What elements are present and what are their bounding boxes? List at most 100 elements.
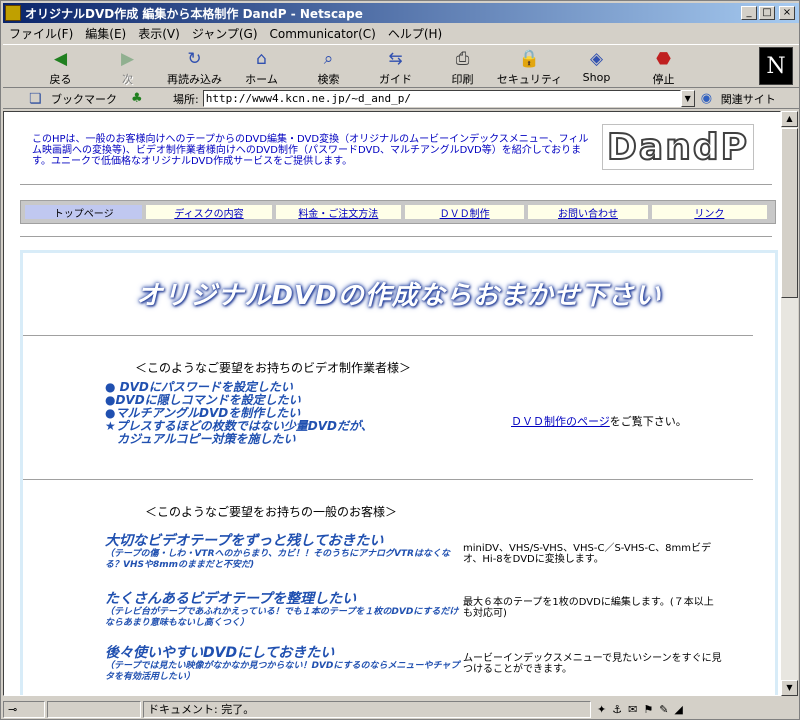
back-arrow-icon: ◀ bbox=[53, 49, 68, 69]
progress-cell bbox=[47, 700, 141, 718]
nav-item-0[interactable]: トップページ bbox=[25, 205, 143, 220]
vertical-scrollbar[interactable]: ▲ ▼ bbox=[781, 111, 798, 696]
title-bar: オリジナルDVD作成 編集から本格制作 DandP - Netscape _ □… bbox=[3, 3, 799, 23]
nav-item-1[interactable]: ディスクの内容 bbox=[146, 205, 272, 220]
resize-grip-icon[interactable]: ◢ bbox=[674, 703, 682, 716]
menu-go[interactable]: ジャンプ(G) bbox=[192, 25, 258, 42]
location-label: 場所: bbox=[173, 92, 199, 106]
forward-button[interactable]: ▶ 次 bbox=[94, 45, 161, 87]
search-label: 検索 bbox=[317, 73, 340, 86]
consumer-section-title: ＜このようなご要望をお持ちの一般のお客様＞ bbox=[145, 505, 398, 519]
nav-item-5[interactable]: リンク bbox=[651, 205, 768, 220]
pro-bullets: ● DVDにパスワードを設定したい ●DVDに隠しコマンドを設定したい ●マルチ… bbox=[105, 381, 405, 446]
dandp-logo: DandP bbox=[602, 124, 754, 170]
dvd-production-link[interactable]: ＤＶＤ制作のページ bbox=[511, 415, 610, 428]
dvd-production-note-suffix: をご覧下さい。 bbox=[609, 415, 687, 428]
stop-label: 停止 bbox=[652, 73, 675, 86]
wish-answer: ムービーインデックスメニューで見たいシーンをすぐに見つけることができます。 bbox=[463, 653, 722, 675]
divider bbox=[20, 236, 772, 238]
close-button[interactable]: × bbox=[779, 6, 795, 20]
print-label: 印刷 bbox=[451, 73, 474, 86]
menu-help[interactable]: ヘルプ(H) bbox=[388, 25, 442, 42]
headline: オリジナルDVDの作成ならおまかせ下さい bbox=[136, 281, 662, 311]
related-sites-icon[interactable]: ◉ bbox=[701, 91, 717, 107]
reload-icon: ↻ bbox=[187, 49, 202, 69]
wish-subtext: （テレビ台がテープであふれかえっている！でも１本のテープを１枚のDVDにするだけ… bbox=[105, 607, 459, 628]
menu-view[interactable]: 表示(V) bbox=[138, 25, 180, 42]
back-button[interactable]: ◀ 戻る bbox=[27, 45, 94, 87]
list-item: カジュアルコピー対策を施したい bbox=[105, 432, 296, 446]
nav-item-3[interactable]: ＤＶＤ制作 bbox=[404, 205, 525, 220]
security-button[interactable]: 🔒 セキュリティ bbox=[496, 45, 563, 87]
wish-title: 後々使いやすいDVDにしておきたい bbox=[105, 645, 335, 661]
guide-label: ガイド bbox=[379, 73, 412, 86]
reload-label: 再読み込み bbox=[167, 73, 222, 86]
url-field[interactable]: http://www4.kcn.ne.jp/~d_and_p/ bbox=[202, 90, 681, 107]
pro-section-title: ＜このようなご要望をお持ちのビデオ制作業者様＞ bbox=[135, 361, 412, 375]
lock-icon: 🔒 bbox=[518, 49, 541, 69]
discussion-icon[interactable]: ⚑ bbox=[643, 703, 653, 716]
scroll-up-button[interactable]: ▲ bbox=[781, 111, 798, 127]
menu-bar: ファイル(F) 編集(E) 表示(V) ジャンプ(G) Communicator… bbox=[3, 24, 799, 43]
divider bbox=[20, 184, 772, 186]
print-button[interactable]: ⎙ 印刷 bbox=[429, 45, 496, 87]
menu-file[interactable]: ファイル(F) bbox=[9, 25, 73, 42]
security-label: セキュリティ bbox=[496, 73, 563, 86]
status-text: ドキュメント: 完了。 bbox=[143, 700, 591, 718]
netscape-app-icon bbox=[5, 5, 21, 21]
connection-icon: ⊸ bbox=[3, 700, 45, 718]
url-dropdown-button[interactable]: ▼ bbox=[680, 90, 695, 107]
guide-button[interactable]: ⇆ ガイド bbox=[362, 45, 429, 87]
navigator-icon[interactable]: ⚓ bbox=[612, 703, 622, 716]
related-sites-button[interactable]: 関連サイト bbox=[721, 91, 776, 107]
component-bar: ✦ ⚓ ✉ ⚑ ✎ ◢ bbox=[597, 703, 683, 716]
divider bbox=[23, 335, 753, 337]
bookmark-button[interactable]: ブックマーク bbox=[51, 91, 117, 107]
home-label: ホーム bbox=[245, 73, 278, 86]
intro-text: このHPは、一般のお客様向けへのテープからのDVD編集・DVD変換（オリジナルの… bbox=[32, 134, 589, 167]
nav-item-4[interactable]: お問い合わせ bbox=[528, 205, 648, 220]
minimize-button[interactable]: _ bbox=[741, 6, 757, 20]
stop-button[interactable]: ⬣ 停止 bbox=[630, 45, 697, 87]
composer-icon[interactable]: ✎ bbox=[659, 703, 668, 716]
shop-button[interactable]: ◈ Shop bbox=[563, 45, 630, 87]
security-status-icon[interactable]: ✦ bbox=[597, 703, 606, 716]
wish-item: 大切なビデオテープをずっと残しておきたい （テープの傷・しわ・VTRへのからまり… bbox=[105, 533, 465, 571]
dandp-logo-text: DandP bbox=[606, 126, 749, 169]
browser-window: オリジナルDVD作成 編集から本格制作 DandP - Netscape _ □… bbox=[0, 0, 800, 720]
dvd-production-note: ＤＶＤ制作のページをご覧下さい。 bbox=[511, 413, 687, 429]
shop-icon: ◈ bbox=[589, 49, 604, 69]
divider bbox=[23, 479, 753, 481]
stop-icon: ⬣ bbox=[656, 49, 671, 69]
forward-label: 次 bbox=[122, 73, 133, 86]
status-bar: ⊸ ドキュメント: 完了。 ✦ ⚓ ✉ ⚑ ✎ ◢ bbox=[3, 699, 799, 719]
site-nav: トップページ ディスクの内容 料金・ご注文方法 ＤＶＤ制作 お問い合わせ リンク bbox=[20, 200, 776, 224]
forward-arrow-icon: ▶ bbox=[120, 49, 135, 69]
reload-button[interactable]: ↻ 再読み込み bbox=[161, 45, 228, 87]
guide-icon: ⇆ bbox=[388, 49, 403, 69]
location-bar: ❏ ブックマーク ♣ 場所: http://www4.kcn.ne.jp/~d_… bbox=[3, 89, 799, 109]
maximize-button[interactable]: □ bbox=[759, 6, 775, 20]
menu-communicator[interactable]: Communicator(C) bbox=[270, 27, 376, 41]
wish-answer: miniDV、VHS/S-VHS、VHS-C／S-VHS-C、8mmビデオ、Hi… bbox=[463, 543, 711, 565]
menu-edit[interactable]: 編集(E) bbox=[85, 25, 126, 42]
main-frame: オリジナルDVDの作成ならおまかせ下さい ＜このようなご要望をお持ちのビデオ制作… bbox=[20, 250, 778, 695]
search-icon: ⌕ bbox=[323, 49, 334, 69]
scroll-down-button[interactable]: ▼ bbox=[781, 680, 798, 696]
bookmark-icon[interactable]: ❏ bbox=[29, 91, 47, 107]
wish-answer: 最大６本のテープを1枚のDVDに編集します。(７本以上も対応可) bbox=[463, 597, 714, 619]
wish-subtext: （テープの傷・しわ・VTRへのからまり、カビ！！そのうちにアナログVTRはなくな… bbox=[105, 549, 450, 570]
page-content: このHPは、一般のお客様向けへのテープからのDVD編集・DVD変換（オリジナルの… bbox=[3, 111, 781, 696]
search-button[interactable]: ⌕ 検索 bbox=[295, 45, 362, 87]
scroll-thumb[interactable] bbox=[781, 128, 798, 298]
wish-title: 大切なビデオテープをずっと残しておきたい bbox=[105, 533, 384, 549]
window-title: オリジナルDVD作成 編集から本格制作 DandP - Netscape bbox=[25, 6, 363, 21]
wish-item: たくさんあるビデオテープを整理したい （テレビ台がテープであふれかえっている！で… bbox=[105, 591, 465, 629]
page-proxy-icon[interactable]: ♣ bbox=[131, 91, 145, 106]
home-button[interactable]: ⌂ ホーム bbox=[228, 45, 295, 87]
nav-item-2[interactable]: 料金・ご注文方法 bbox=[275, 205, 401, 220]
print-icon: ⎙ bbox=[455, 49, 470, 69]
wish-subtext: （テープでは見たい映像がなかなか見つからない！DVDにするのならメニューやチャプ… bbox=[105, 661, 460, 682]
navigation-toolbar: ◀ 戻る ▶ 次 ↻ 再読み込み ⌂ ホーム ⌕ 検索 ⇆ ガイド ⎙ 印刷 🔒 bbox=[3, 44, 799, 88]
mail-icon[interactable]: ✉ bbox=[628, 703, 637, 716]
